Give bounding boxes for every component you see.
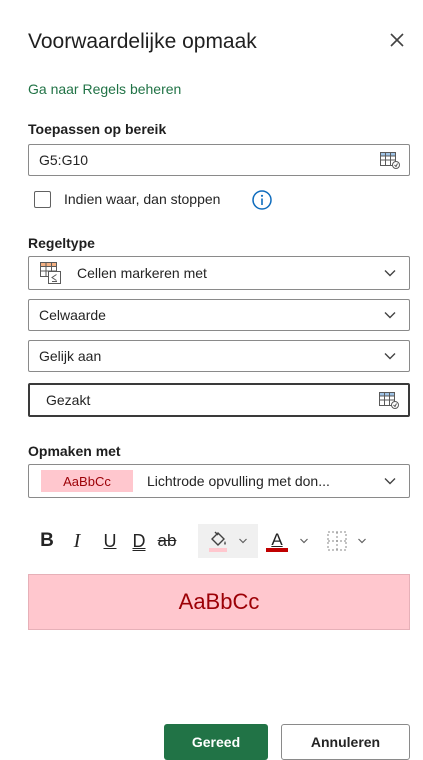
double-underline-button[interactable]: D (128, 524, 150, 558)
chevron-down-icon (384, 270, 396, 277)
preview-text: AaBbCc (178, 589, 260, 614)
strikethrough-button[interactable]: ab (154, 524, 180, 558)
close-icon[interactable] (386, 29, 408, 51)
stop-if-true-label: Indien waar, dan stoppen (64, 191, 221, 207)
criteria-input[interactable]: Gezakt (28, 383, 410, 417)
done-button[interactable]: Gereed (164, 724, 268, 760)
panel-title: Voorwaardelijke opmaak (28, 30, 257, 53)
italic-button[interactable]: I (66, 524, 88, 558)
manage-rules-link[interactable]: Ga naar Regels beheren (28, 81, 181, 97)
criteria-value: Gezakt (46, 392, 91, 408)
stop-if-true-checkbox[interactable] (34, 191, 51, 208)
chevron-down-icon (384, 478, 396, 485)
highlight-cells-icon (40, 262, 61, 284)
font-color-letter: A (271, 530, 283, 549)
paint-bucket-icon (209, 531, 227, 552)
borders-icon (327, 531, 347, 551)
range-picker-icon[interactable] (379, 150, 401, 170)
bold-button[interactable]: B (36, 524, 58, 558)
condition-select[interactable]: Celwaarde (28, 299, 410, 331)
format-style-value: Lichtrode opvulling met don... (147, 473, 330, 489)
format-style-select[interactable]: AaBbCc Lichtrode opvulling met don... (28, 464, 410, 498)
fill-color-button[interactable] (198, 524, 258, 558)
range-picker-icon[interactable] (378, 390, 400, 410)
chevron-down-icon (358, 538, 366, 544)
format-toolbar: B I U D ab A (28, 524, 408, 560)
rule-type-select[interactable]: Cellen markeren met (28, 256, 410, 290)
font-color-button[interactable]: A (262, 524, 314, 558)
apply-range-input[interactable]: G5:G10 (28, 144, 410, 176)
format-with-heading: Opmaken met (28, 443, 121, 459)
chevron-down-icon (239, 538, 247, 544)
rule-type-heading: Regeltype (28, 235, 95, 251)
info-icon[interactable] (251, 189, 273, 211)
operator-select[interactable]: Gelijk aan (28, 340, 410, 372)
chevron-down-icon (384, 353, 396, 360)
font-color-swatch (266, 548, 288, 552)
chevron-down-icon (300, 538, 308, 544)
rule-type-value: Cellen markeren met (77, 265, 207, 281)
condition-value: Celwaarde (39, 307, 106, 323)
format-preview: AaBbCc (28, 574, 410, 630)
apply-range-value: G5:G10 (39, 152, 89, 168)
operator-value: Gelijk aan (39, 348, 102, 364)
format-sample: AaBbCc (41, 470, 133, 492)
underline-button[interactable]: U (99, 524, 121, 558)
borders-button[interactable] (322, 524, 372, 558)
apply-range-heading: Toepassen op bereik (28, 121, 167, 137)
chevron-down-icon (384, 312, 396, 319)
cancel-button[interactable]: Annuleren (281, 724, 410, 760)
